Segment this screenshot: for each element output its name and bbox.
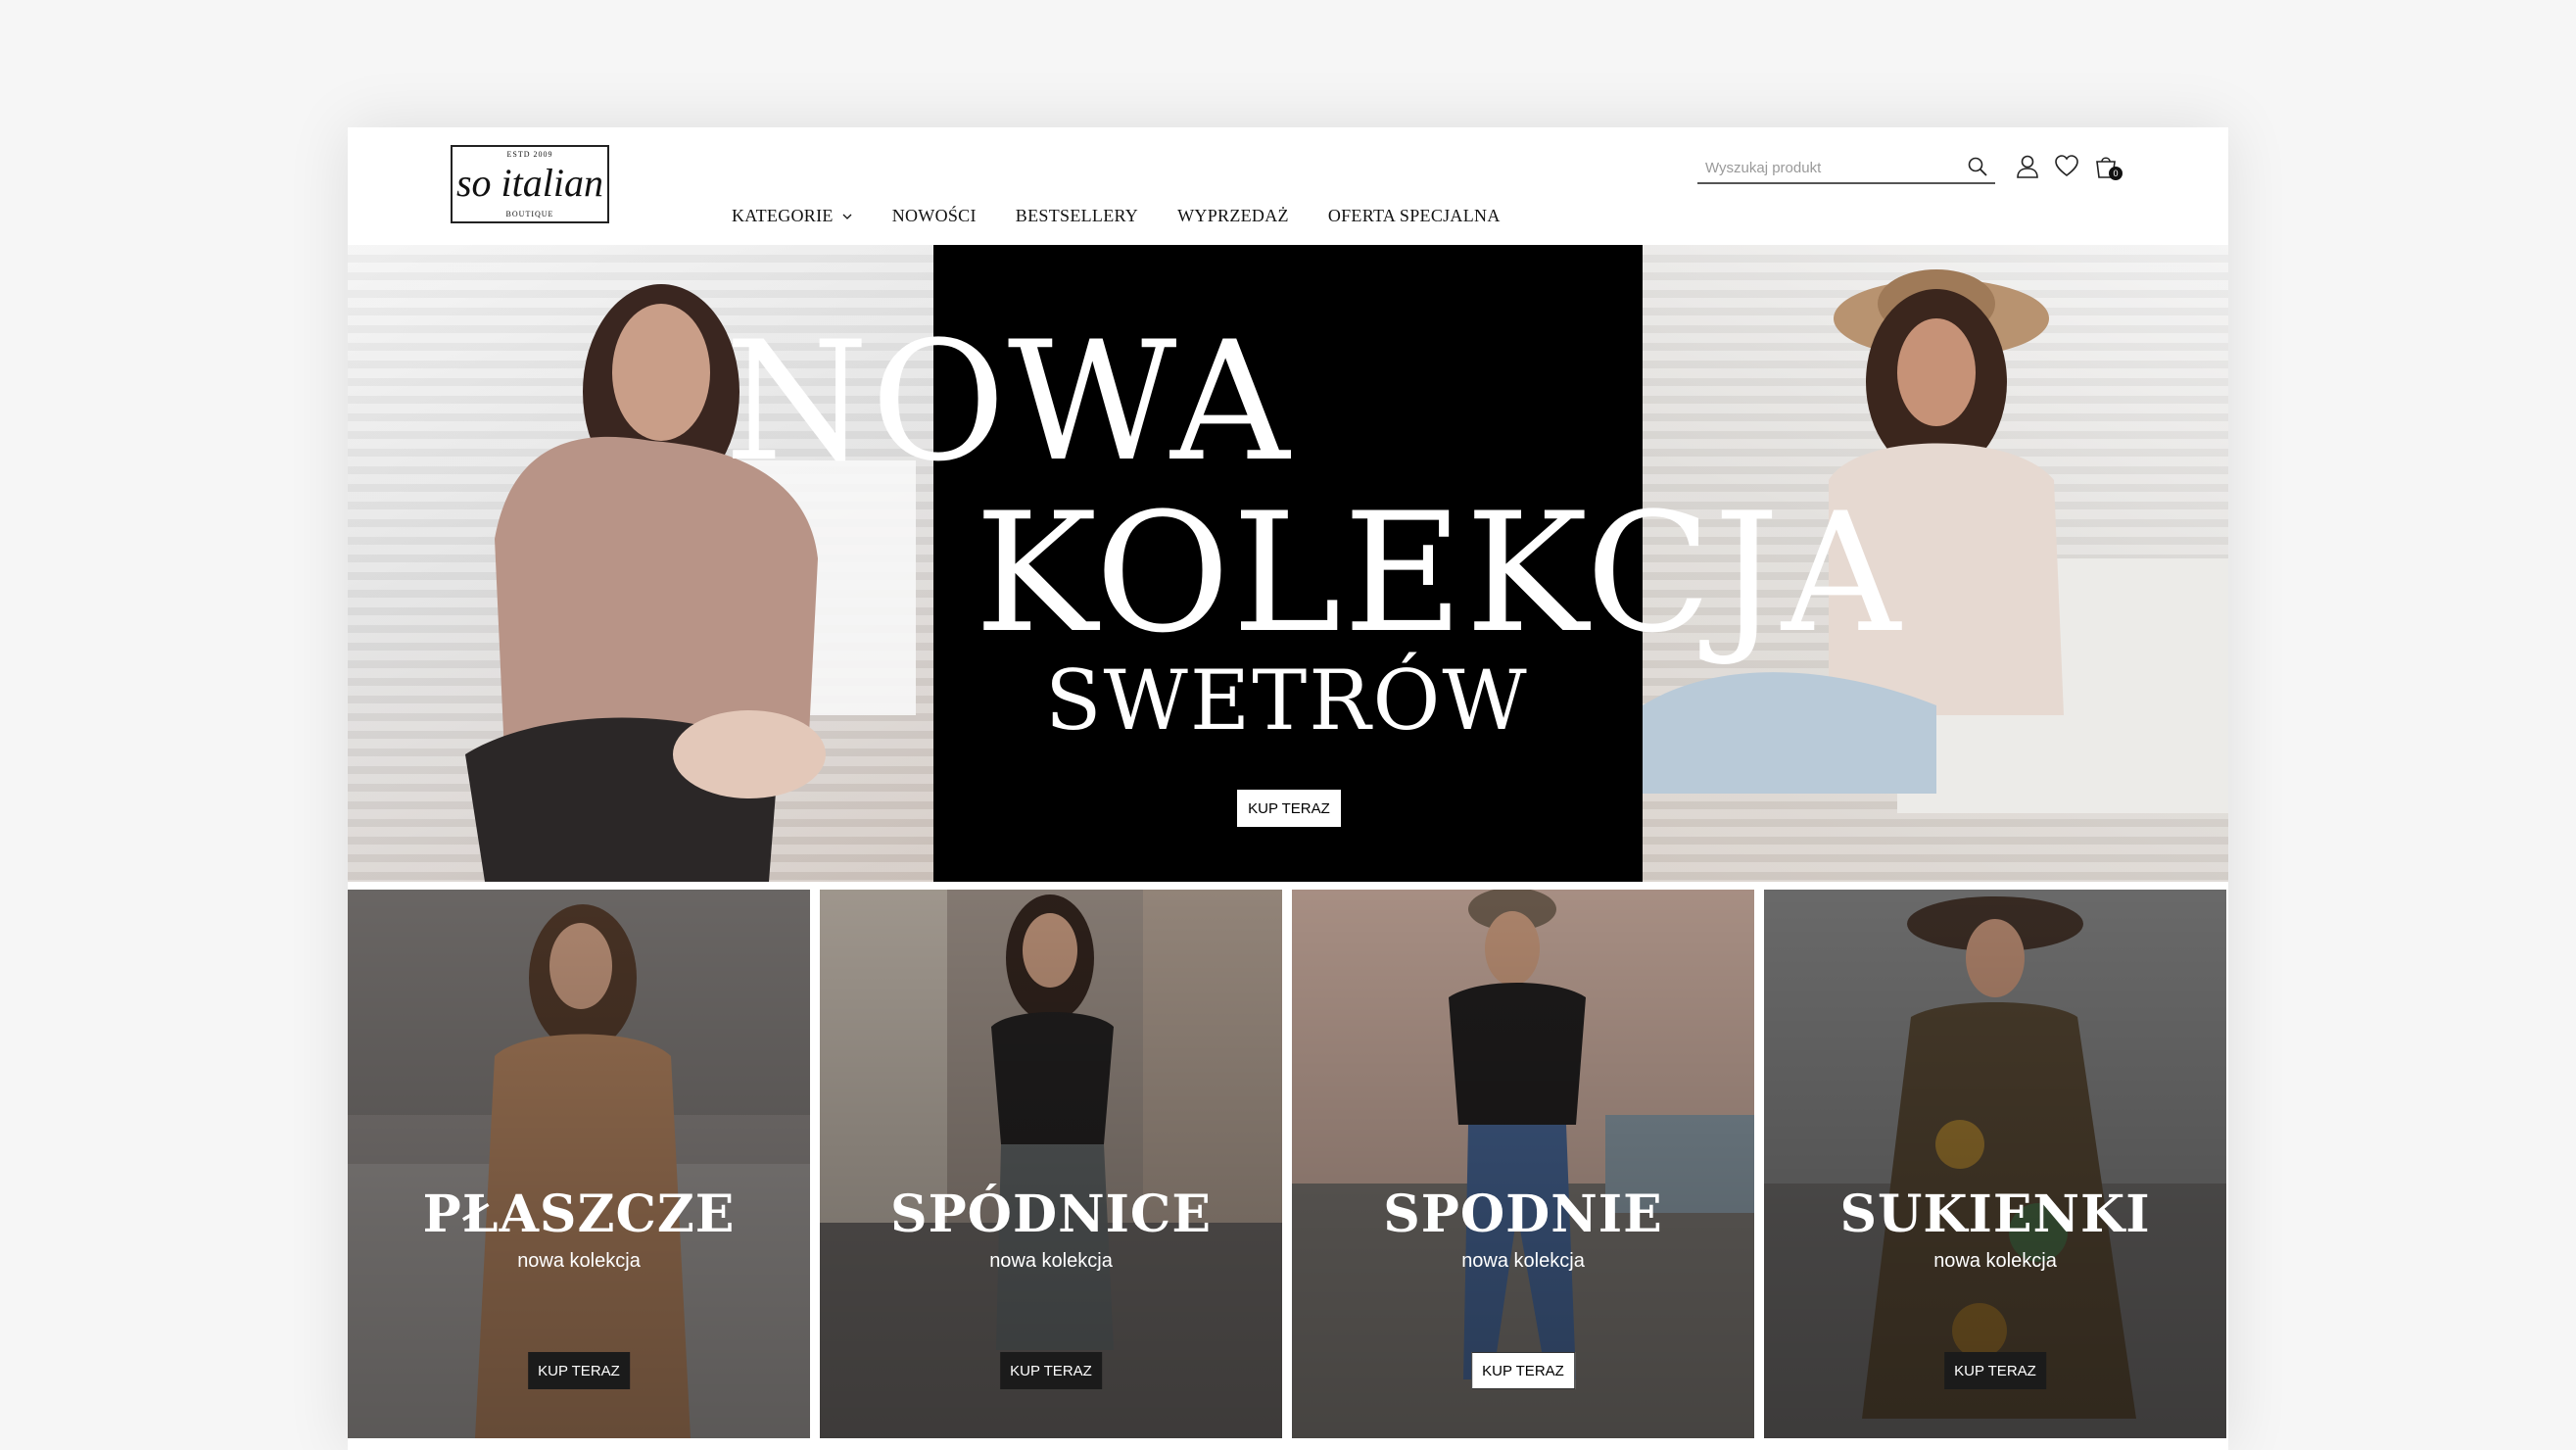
nav-item-bestsellery[interactable]: BESTSELLERY — [1016, 206, 1138, 226]
nav-item-kategorie[interactable]: KATEGORIE — [732, 206, 853, 226]
category-buy-now-button[interactable]: KUP TERAZ — [1471, 1352, 1575, 1389]
cart-button[interactable]: 0 — [2093, 153, 2123, 180]
main-nav: KATEGORIE NOWOŚCI BESTSELLERY WYPRZEDAŻ … — [732, 206, 1501, 226]
category-subtitle: nowa kolekcja — [989, 1250, 1113, 1272]
logo-estd: ESTD 2009 — [506, 150, 553, 159]
logo-name: so italian — [455, 161, 604, 205]
user-icon[interactable] — [2015, 153, 2040, 180]
hero-title-line-2: KOLEKCJA — [975, 477, 1903, 669]
heart-icon[interactable] — [2054, 153, 2079, 180]
hero-buy-now-button[interactable]: KUP TERAZ — [1237, 790, 1341, 827]
search-icon[interactable] — [1966, 155, 1989, 178]
nav-item-wyprzedaz[interactable]: WYPRZEDAŻ — [1177, 206, 1289, 226]
category-title: SPODNIE — [1383, 1184, 1663, 1244]
category-tile-spodnice[interactable]: SPÓDNICE nowa kolekcja KUP TERAZ — [820, 890, 1282, 1438]
category-buy-now-button[interactable]: KUP TERAZ — [1944, 1352, 2046, 1389]
category-subtitle: nowa kolekcja — [1461, 1250, 1585, 1272]
category-title: SUKIENKI — [1839, 1184, 2151, 1244]
nav-item-label: WYPRZEDAŻ — [1177, 206, 1289, 225]
category-buy-now-button[interactable]: KUP TERAZ — [1000, 1352, 1102, 1389]
category-tile-spodnie[interactable]: SPODNIE nowa kolekcja KUP TERAZ — [1292, 890, 1754, 1438]
logo[interactable]: ESTD 2009 so italian BOUTIQUE — [451, 145, 609, 223]
category-subtitle: nowa kolekcja — [517, 1250, 641, 1272]
category-tile-sukienki[interactable]: SUKIENKI nowa kolekcja KUP TERAZ — [1764, 890, 2226, 1438]
hero-banner[interactable]: NOWA KOLEKCJA SWETRÓW KUP TERAZ — [348, 245, 2228, 882]
search-input[interactable] — [1703, 155, 1952, 180]
nav-item-label: NOWOŚCI — [891, 206, 977, 225]
hero-subtitle: SWETRÓW — [1045, 652, 1529, 749]
nav-item-label: KATEGORIE — [732, 206, 834, 225]
nav-item-nowosci[interactable]: NOWOŚCI — [892, 206, 977, 226]
category-title: SPÓDNICE — [890, 1184, 1212, 1244]
category-buy-now-button[interactable]: KUP TERAZ — [528, 1352, 630, 1389]
search-box — [1697, 153, 1995, 184]
site-frame: ESTD 2009 so italian BOUTIQUE KATEGORIE … — [348, 127, 2228, 1450]
category-grid: PŁASZCZE nowa kolekcja KUP TERAZ SPÓDNIC… — [348, 890, 2228, 1438]
category-subtitle: nowa kolekcja — [1933, 1250, 2057, 1272]
nav-item-label: BESTSELLERY — [1015, 206, 1139, 225]
cart-count-badge: 0 — [2109, 167, 2123, 180]
hero-title-line-1: NOWA — [725, 306, 1292, 498]
category-title: PŁASZCZE — [422, 1184, 736, 1244]
logo-subtitle: BOUTIQUE — [505, 210, 554, 218]
nav-item-oferta-specjalna[interactable]: OFERTA SPECJALNA — [1328, 206, 1501, 226]
nav-item-label: OFERTA SPECJALNA — [1327, 206, 1501, 225]
header: ESTD 2009 so italian BOUTIQUE KATEGORIE … — [348, 127, 2228, 245]
category-tile-plaszcze[interactable]: PŁASZCZE nowa kolekcja KUP TERAZ — [348, 890, 810, 1438]
chevron-down-icon — [842, 214, 852, 219]
